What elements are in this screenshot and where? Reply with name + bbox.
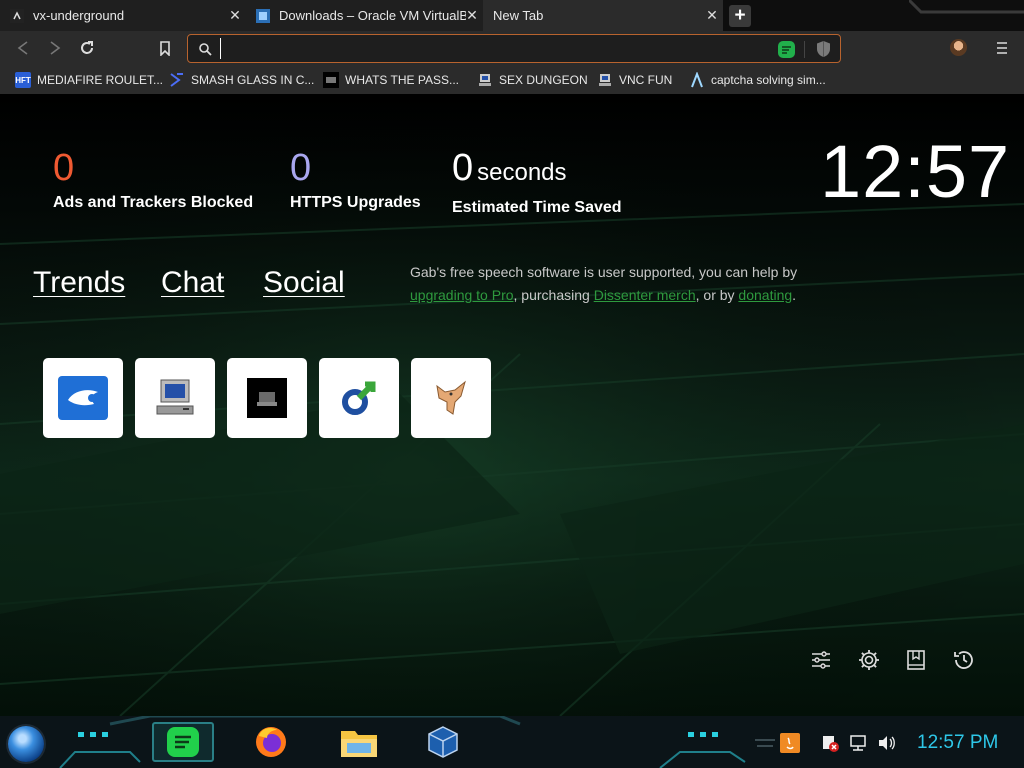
virtualbox-favicon-icon [256,8,270,23]
chevron-glass-icon [169,72,185,88]
tab-vx-underground[interactable]: vx-underground ✕ [0,0,246,31]
tab-close-icon[interactable]: ✕ [701,0,723,31]
new-tab-button[interactable]: + [729,5,751,27]
bookmark-label: MEDIAFIRE ROULET... [37,73,164,87]
tab-title: New Tab [493,8,544,23]
tab-strip: vx-underground ✕ Downloads – Oracle VM V… [0,0,1024,31]
sliders-icon[interactable] [809,648,833,672]
network-icon[interactable] [848,733,868,753]
history-icon[interactable] [952,648,976,672]
bookmark-captcha-solving[interactable]: captcha solving sim... [689,71,826,89]
taskbar-virtualbox[interactable] [412,722,474,762]
reload-icon[interactable] [76,37,98,59]
terminal-favicon-icon [10,8,24,23]
mediafire-icon [58,376,108,420]
message-text: Gab's free speech software is user suppo… [410,264,798,280]
tile-terminal[interactable] [227,358,307,438]
tray-clock[interactable]: 12:57 PM [917,732,998,754]
profile-avatar[interactable] [950,39,967,56]
tab-close-icon[interactable]: ✕ [461,0,483,31]
new-tab-page: 0 Ads and Trackers Blocked 0 HTTPS Upgra… [0,94,1024,716]
gab-dissenter-icon [167,727,199,757]
tab-title: vx-underground [33,8,125,23]
taskbar-firefox[interactable] [240,722,302,762]
window-frame-decoration [909,0,1024,14]
message-text: , or by [695,287,739,303]
hft-icon: HFT [15,72,31,88]
bookmarks-bar: HFT MEDIAFIRE ROULET... SMASH GLASS IN C… [0,66,1024,94]
bookmark-mediafire-roulette[interactable]: HFT MEDIAFIRE ROULET... [15,71,163,89]
address-divider [804,41,805,58]
bookmark-label: VNC FUN [619,73,673,87]
stat-https-upgrades: 0 HTTPS Upgrades [290,148,421,212]
terminal-icon [247,378,287,418]
link-social[interactable]: Social [263,266,345,300]
gab-dissenter-icon[interactable] [778,41,795,58]
bookmark-sex-dungeon[interactable]: SEX DUNGEON [477,71,588,89]
stat-time-saved: 0 seconds Estimated Time Saved [452,148,622,217]
link-dissenter-merch[interactable]: Dissenter merch [594,287,696,303]
computer-icon [597,72,613,88]
firefox-icon [256,727,286,757]
link-trends[interactable]: Trends [33,266,125,300]
shield-icon[interactable] [816,40,831,58]
bookmark-label: captcha solving sim... [711,73,826,87]
address-bar[interactable] [187,34,841,63]
computer-icon [156,379,194,415]
tab-new-tab[interactable]: New Tab ✕ [483,0,723,31]
virtualbox-icon [428,726,458,758]
bookmark-whats-the-pass[interactable]: WHATS THE PASS... [323,71,459,89]
browser-toolbar [0,31,1024,66]
address-input[interactable] [220,38,740,59]
tile-chain-link[interactable] [319,358,399,438]
cat-icon [436,380,466,415]
terminal-icon [323,72,339,88]
link-upgrading-to-pro[interactable]: upgrading to Pro [410,287,514,303]
gear-icon[interactable] [857,648,881,672]
message-text: , purchasing [513,287,594,303]
lambda-icon [689,72,705,88]
tab-close-icon[interactable]: ✕ [224,0,246,31]
action-center-icon[interactable] [820,733,840,753]
link-donating[interactable]: donating [738,287,792,303]
gab-support-message: Gab's free speech software is user suppo… [410,261,805,307]
forward-arrow-icon[interactable] [44,37,66,59]
ads-blocked-count: 0 [53,147,75,189]
back-arrow-icon[interactable] [12,37,34,59]
java-icon[interactable] [780,733,800,753]
search-icon [199,43,212,56]
https-upgrades-label: HTTPS Upgrades [290,194,421,211]
bookmark-label: SMASH GLASS IN C... [191,73,315,87]
tile-cat[interactable] [411,358,491,438]
link-chat[interactable]: Chat [161,266,224,300]
time-saved-label: Estimated Time Saved [452,199,622,216]
bookmark-icon[interactable] [154,37,176,59]
bookmark-label: SEX DUNGEON [499,73,588,87]
time-saved-count: 0 [452,147,474,189]
chain-link-icon [342,381,376,415]
tab-title: Downloads – Oracle VM VirtualBox [279,8,466,23]
taskbar-file-explorer[interactable] [328,722,390,762]
https-upgrades-count: 0 [290,147,312,189]
hamburger-menu-icon[interactable] [992,38,1012,58]
bookmark-vnc-fun[interactable]: VNC FUN [597,71,672,89]
time-saved-unit: seconds [477,159,567,186]
bookmark-label: WHATS THE PASS... [345,73,460,87]
file-explorer-icon [341,731,377,757]
tab-virtualbox-downloads[interactable]: Downloads – Oracle VM VirtualBox ✕ [246,0,483,31]
bookmarks-icon[interactable] [904,648,928,672]
message-text: . [792,287,797,303]
stat-ads-blocked: 0 Ads and Trackers Blocked [53,148,253,212]
ads-blocked-label: Ads and Trackers Blocked [53,194,254,211]
start-orb-icon[interactable] [8,726,44,762]
clock: 12:57 [820,130,1011,213]
computer-icon [477,72,493,88]
bookmark-smash-glass[interactable]: SMASH GLASS IN C... [169,71,314,89]
tile-computer[interactable] [135,358,215,438]
tile-mediafire[interactable] [43,358,123,438]
volume-icon[interactable] [876,733,896,753]
taskbar-gab-dissenter[interactable] [152,722,214,762]
taskbar: 12:57 PM [0,716,1024,768]
